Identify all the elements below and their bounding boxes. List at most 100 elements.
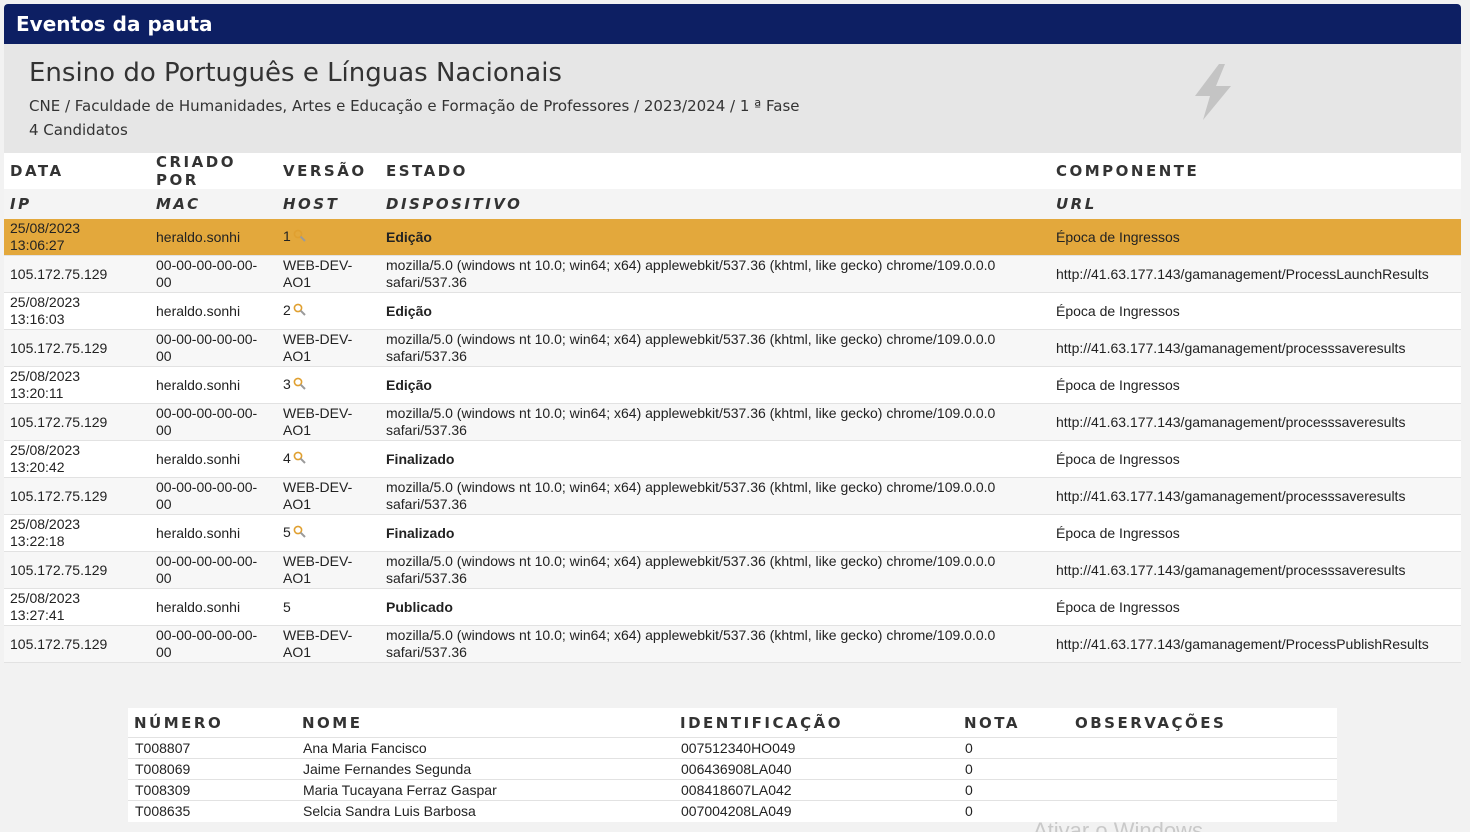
event-url: http://41.63.177.143/gamanagement/proces… — [1050, 551, 1461, 589]
event-device-line1: mozilla/5.0 (windows nt 10.0; win64; x64… — [386, 257, 996, 273]
event-mac: 00-00-00-00-00- 00 — [150, 329, 277, 367]
events-header-row: DATA CRIADO POR VERSÃO ESTADO COMPONENTE — [4, 153, 1461, 189]
event-version-number: 5 — [283, 598, 291, 615]
event-mac-line2: 00 — [156, 348, 172, 364]
event-host-line1: WEB-DEV- — [283, 331, 353, 347]
candidate-count: 4 Candidatos — [29, 121, 128, 139]
candidate-identification: 007512340HO049 — [674, 737, 958, 759]
event-state: Edição — [380, 366, 1050, 404]
event-device: mozilla/5.0 (windows nt 10.0; win64; x64… — [380, 551, 1050, 589]
event-row[interactable]: 25/08/2023 13:06:27 heraldo.sonhi 1 Edição Ép… — [4, 219, 1461, 256]
event-mac-line1: 00-00-00-00-00- — [156, 331, 258, 347]
candidates-body: T008807 Ana Maria Fancisco 007512340HO049 0… — [128, 737, 1337, 822]
candidate-notes — [1069, 737, 1337, 759]
candidate-row: T008309 Maria Tucayana Ferraz Gaspar 00841… — [128, 779, 1337, 801]
event-date: 25/08/2023 — [10, 442, 81, 458]
candidate-number: T008309 — [128, 779, 296, 801]
event-mac-line1: 00-00-00-00-00- — [156, 553, 258, 569]
candidate-identification: 006436908LA040 — [674, 758, 958, 780]
candidate-name: Ana Maria Fancisco — [296, 737, 674, 759]
event-detail-row: 105.172.75.129 00-00-00-00-00- 00 WEB-DEV- A… — [4, 255, 1461, 293]
col-url-header: URL — [1050, 189, 1461, 219]
event-row[interactable]: 25/08/2023 13:22:18 heraldo.sonhi 5 Finaliza… — [4, 514, 1461, 552]
event-ip: 105.172.75.129 — [4, 625, 150, 663]
candidate-number: T008635 — [128, 800, 296, 822]
event-mac-line1: 00-00-00-00-00- — [156, 627, 258, 643]
event-mac: 00-00-00-00-00- 00 — [150, 477, 277, 515]
event-time: 13:20:11 — [10, 385, 64, 401]
event-mac: 00-00-00-00-00- 00 — [150, 551, 277, 589]
event-row[interactable]: 25/08/2023 13:20:11 heraldo.sonhi 3 Edição Ép… — [4, 366, 1461, 404]
events-subheader-row: IP MAC HOST DISPOSITIVO URL — [4, 189, 1461, 219]
event-datetime: 25/08/2023 13:06:27 — [4, 219, 150, 256]
magnifier-icon[interactable] — [293, 377, 306, 394]
event-mac-line1: 00-00-00-00-00- — [156, 257, 258, 273]
event-detail-row: 105.172.75.129 00-00-00-00-00- 00 WEB-DEV- A… — [4, 329, 1461, 367]
event-ip: 105.172.75.129 — [4, 551, 150, 589]
event-url: http://41.63.177.143/gamanagement/Proces… — [1050, 625, 1461, 663]
event-device-line2: safari/537.36 — [386, 422, 467, 438]
event-url: http://41.63.177.143/gamanagement/Proces… — [1050, 255, 1461, 293]
candidate-notes — [1069, 779, 1337, 801]
event-host-line2: AO1 — [283, 570, 312, 586]
event-datetime: 25/08/2023 13:27:41 — [4, 588, 150, 626]
event-row[interactable]: 25/08/2023 13:27:41 heraldo.sonhi 5 Publicad… — [4, 588, 1461, 626]
event-host: WEB-DEV- AO1 — [277, 403, 380, 441]
event-device: mozilla/5.0 (windows nt 10.0; win64; x64… — [380, 255, 1050, 293]
event-row[interactable]: 25/08/2023 13:20:42 heraldo.sonhi 4 Finaliza… — [4, 440, 1461, 478]
event-mac-line1: 00-00-00-00-00- — [156, 405, 258, 421]
magnifier-icon[interactable] — [293, 229, 306, 246]
event-user: heraldo.sonhi — [150, 292, 277, 330]
event-host-line1: WEB-DEV- — [283, 257, 353, 273]
candidate-grade: 0 — [958, 737, 1069, 759]
event-mac: 00-00-00-00-00- 00 — [150, 403, 277, 441]
events-table: DATA CRIADO POR VERSÃO ESTADO COMPONENTE… — [4, 153, 1461, 663]
event-device-line1: mozilla/5.0 (windows nt 10.0; win64; x64… — [386, 479, 996, 495]
event-host-line2: AO1 — [283, 644, 312, 660]
event-mac: 00-00-00-00-00- 00 — [150, 625, 277, 663]
event-url: http://41.63.177.143/gamanagement/proces… — [1050, 477, 1461, 515]
page-title: Eventos da pauta — [4, 4, 1461, 44]
events-body: 25/08/2023 13:06:27 heraldo.sonhi 1 Edição Ép… — [4, 219, 1461, 663]
event-device-line2: safari/537.36 — [386, 274, 467, 290]
candidate-notes — [1069, 758, 1337, 780]
event-version: 1 — [277, 219, 380, 256]
col-grade-header: NOTA — [964, 713, 1020, 732]
event-version-number: 2 — [283, 302, 291, 319]
magnifier-icon[interactable] — [293, 451, 306, 468]
candidates-header-row: NÚMERO NOME IDENTIFICAÇÃO NOTA OBSERVAÇÕ… — [128, 708, 1337, 738]
event-state: Edição — [380, 219, 1050, 256]
event-mac-line2: 00 — [156, 496, 172, 512]
magnifier-icon[interactable] — [293, 525, 306, 542]
col-identification-header: IDENTIFICAÇÃO — [680, 713, 843, 732]
candidate-name: Jaime Fernandes Segunda — [296, 758, 674, 780]
col-component-header: COMPONENTE — [1050, 153, 1461, 189]
event-state: Edição — [380, 292, 1050, 330]
event-device-line1: mozilla/5.0 (windows nt 10.0; win64; x64… — [386, 405, 996, 421]
event-component: Época de Ingressos — [1050, 588, 1461, 626]
event-date: 25/08/2023 — [10, 590, 81, 606]
event-ip: 105.172.75.129 — [4, 255, 150, 293]
event-mac: 00-00-00-00-00- 00 — [150, 255, 277, 293]
magnifier-icon[interactable] — [293, 303, 306, 320]
course-name: Ensino do Português e Línguas Nacionais — [29, 58, 562, 88]
event-host: WEB-DEV- AO1 — [277, 255, 380, 293]
event-ip: 105.172.75.129 — [4, 477, 150, 515]
event-version: 5 — [277, 588, 380, 626]
event-version-number: 4 — [283, 450, 291, 467]
event-ip: 105.172.75.129 — [4, 403, 150, 441]
event-row[interactable]: 25/08/2023 13:16:03 heraldo.sonhi 2 Edição Ép… — [4, 292, 1461, 330]
event-host: WEB-DEV- AO1 — [277, 551, 380, 589]
event-mac-line2: 00 — [156, 644, 172, 660]
candidate-name: Selcia Sandra Luis Barbosa — [296, 800, 674, 822]
event-time: 13:20:42 — [10, 459, 65, 475]
event-date: 25/08/2023 — [10, 220, 81, 236]
event-time: 13:16:03 — [10, 311, 65, 327]
candidate-identification: 007004208LA049 — [674, 800, 958, 822]
event-date: 25/08/2023 — [10, 294, 81, 310]
event-host-line2: AO1 — [283, 274, 312, 290]
event-version: 3 — [277, 366, 380, 404]
event-device-line2: safari/537.36 — [386, 570, 467, 586]
event-component: Época de Ingressos — [1050, 219, 1461, 256]
event-date: 25/08/2023 — [10, 516, 81, 532]
